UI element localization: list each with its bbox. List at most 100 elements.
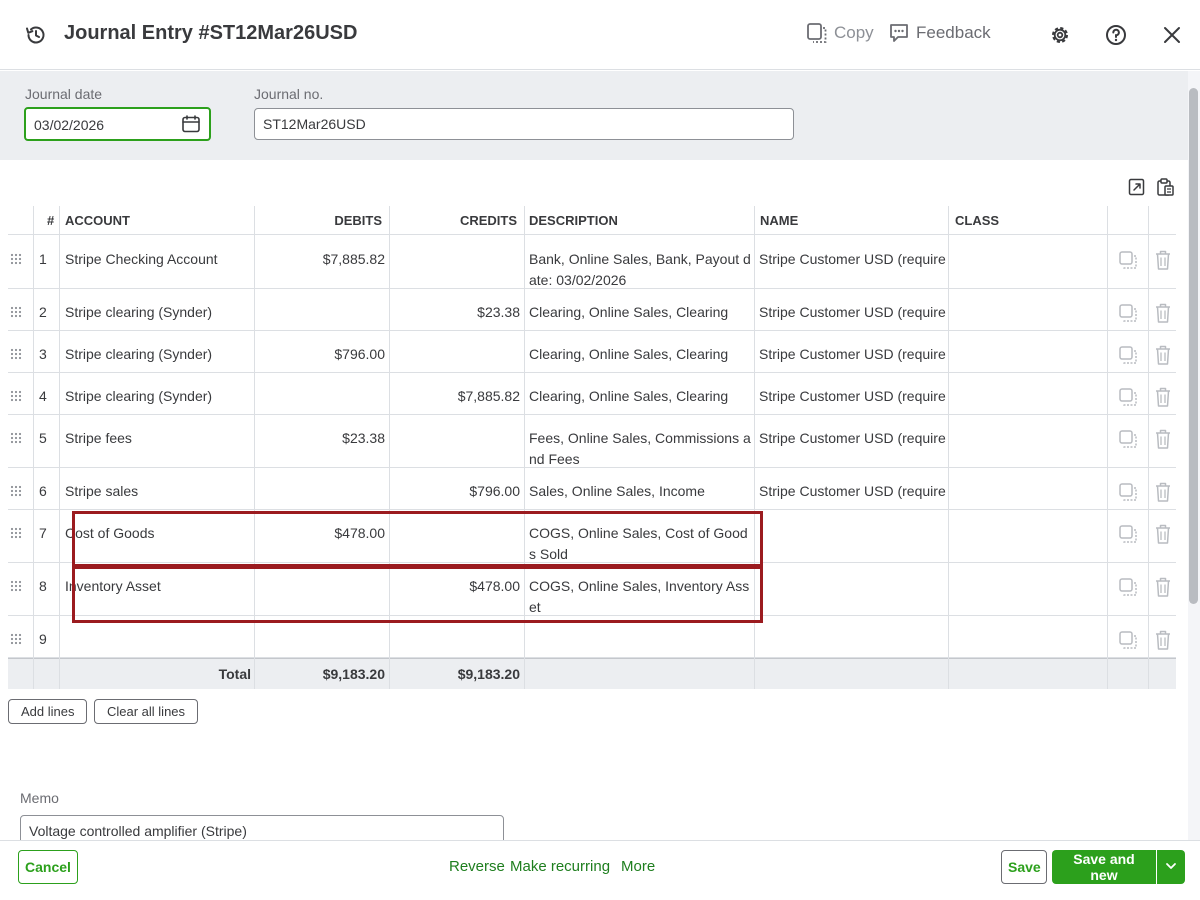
table-row[interactable]: 3 Stripe clearing (Synder) $796.00 Clear… <box>8 331 1176 373</box>
account-cell[interactable]: Stripe fees <box>65 428 251 449</box>
description-cell[interactable]: Clearing, Online Sales, Clearing <box>529 344 753 365</box>
drag-handle-icon[interactable] <box>10 485 22 497</box>
account-cell[interactable]: Stripe clearing (Synder) <box>65 302 251 323</box>
drag-handle-icon[interactable] <box>10 432 22 444</box>
copy-line-icon[interactable] <box>1118 524 1138 544</box>
column-divider <box>59 206 60 689</box>
calendar-icon[interactable] <box>181 114 201 134</box>
memo-value: Voltage controlled amplifier (Stripe) <box>29 823 247 839</box>
column-divider <box>1107 206 1108 689</box>
trash-icon[interactable] <box>1154 386 1172 408</box>
help-icon[interactable] <box>1104 23 1128 47</box>
line-number: 3 <box>39 346 47 362</box>
feedback-label: Feedback <box>916 23 991 42</box>
table-row[interactable]: 4 Stripe clearing (Synder) $7,885.82 Cle… <box>8 373 1176 415</box>
journal-date-value: 03/02/2026 <box>34 117 105 133</box>
highlight-box-inventory <box>72 566 763 623</box>
trash-icon[interactable] <box>1154 523 1172 545</box>
dialog-footer: Cancel Reverse Make recurring More Save … <box>0 840 1200 900</box>
name-cell[interactable]: Stripe Customer USD (require <box>759 344 949 365</box>
credit-cell[interactable]: $7,885.82 <box>391 386 520 407</box>
debit-cell[interactable]: $23.38 <box>256 428 385 449</box>
copy-line-icon[interactable] <box>1118 345 1138 365</box>
save-button[interactable]: Save <box>1001 850 1047 884</box>
add-lines-button[interactable]: Add lines <box>8 699 88 724</box>
drag-handle-icon[interactable] <box>10 580 22 592</box>
save-and-new-button[interactable]: Save and new <box>1052 850 1156 884</box>
scrollbar-thumb[interactable] <box>1189 88 1198 604</box>
dialog-header: Journal Entry #ST12Mar26USD Copy Feedbac… <box>0 0 1200 70</box>
description-cell[interactable]: Fees, Online Sales, Commissions and Fees <box>529 428 753 470</box>
drag-handle-icon[interactable] <box>10 527 22 539</box>
line-number: 2 <box>39 304 47 320</box>
account-cell[interactable]: Stripe clearing (Synder) <box>65 386 251 407</box>
journal-date-label: Journal date <box>25 86 103 102</box>
name-cell[interactable]: Stripe Customer USD (require <box>759 386 949 407</box>
account-cell[interactable]: Stripe clearing (Synder) <box>65 344 251 365</box>
export-icon[interactable] <box>1127 177 1147 197</box>
account-cell[interactable]: Stripe sales <box>65 481 251 502</box>
name-cell[interactable]: Stripe Customer USD (require <box>759 302 949 323</box>
gear-icon[interactable] <box>1048 23 1072 47</box>
drag-handle-icon[interactable] <box>10 306 22 318</box>
drag-handle-icon[interactable] <box>10 390 22 402</box>
trash-icon[interactable] <box>1154 249 1172 271</box>
credit-cell[interactable]: $796.00 <box>391 481 520 502</box>
debit-cell[interactable]: $7,885.82 <box>256 249 385 270</box>
debit-cell[interactable]: $796.00 <box>256 344 385 365</box>
table-row[interactable]: 2 Stripe clearing (Synder) $23.38 Cleari… <box>8 289 1176 331</box>
description-cell[interactable]: Clearing, Online Sales, Clearing <box>529 386 753 407</box>
col-header-class: CLASS <box>955 213 1000 228</box>
line-number: 4 <box>39 388 47 404</box>
copy-label: Copy <box>834 23 874 42</box>
save-options-dropdown[interactable] <box>1157 850 1185 884</box>
make-recurring-link[interactable]: Make recurring <box>510 858 610 875</box>
journal-date-field[interactable]: 03/02/2026 <box>24 107 211 141</box>
table-row[interactable]: 5 Stripe fees $23.38 Fees, Online Sales,… <box>8 415 1176 468</box>
name-cell[interactable]: Stripe Customer USD (require <box>759 481 949 502</box>
trash-icon[interactable] <box>1154 576 1172 598</box>
close-icon[interactable] <box>1160 23 1184 47</box>
trash-icon[interactable] <box>1154 428 1172 450</box>
line-number: 6 <box>39 483 47 499</box>
trash-icon[interactable] <box>1154 481 1172 503</box>
trash-icon[interactable] <box>1154 302 1172 324</box>
name-cell[interactable]: Stripe Customer USD (require <box>759 249 949 270</box>
drag-handle-icon[interactable] <box>10 633 22 645</box>
copy-line-icon[interactable] <box>1118 250 1138 270</box>
total-debits: $9,183.20 <box>322 666 385 682</box>
credit-cell[interactable]: $23.38 <box>391 302 520 323</box>
copy-line-icon[interactable] <box>1118 429 1138 449</box>
col-header-account: ACCOUNT <box>65 213 130 228</box>
description-cell[interactable]: Sales, Online Sales, Income <box>529 481 753 502</box>
copy-line-icon[interactable] <box>1118 482 1138 502</box>
feedback-button[interactable]: Feedback <box>888 22 991 44</box>
clipboard-icon[interactable] <box>1155 177 1175 197</box>
cancel-button[interactable]: Cancel <box>18 850 78 884</box>
table-row[interactable]: 6 Stripe sales $796.00 Sales, Online Sal… <box>8 468 1176 510</box>
journal-no-input[interactable] <box>254 108 794 140</box>
reverse-link[interactable]: Reverse <box>449 858 505 875</box>
more-link[interactable]: More <box>621 858 655 875</box>
col-header-debits: DEBITS <box>334 213 382 228</box>
column-divider <box>948 206 949 689</box>
account-cell[interactable]: Stripe Checking Account <box>65 249 251 270</box>
trash-icon[interactable] <box>1154 629 1172 651</box>
column-divider <box>33 206 34 689</box>
description-cell[interactable]: Bank, Online Sales, Bank, Payout date: 0… <box>529 249 753 291</box>
table-row[interactable]: 1 Stripe Checking Account $7,885.82 Bank… <box>8 236 1176 289</box>
description-cell[interactable]: Clearing, Online Sales, Clearing <box>529 302 753 323</box>
history-icon[interactable] <box>24 23 48 47</box>
copy-button[interactable]: Copy <box>806 22 874 44</box>
clear-all-lines-button[interactable]: Clear all lines <box>94 699 199 724</box>
drag-handle-icon[interactable] <box>10 348 22 360</box>
column-divider <box>1148 206 1149 689</box>
copy-line-icon[interactable] <box>1118 630 1138 650</box>
name-cell[interactable]: Stripe Customer USD (require <box>759 428 949 449</box>
journal-no-label: Journal no. <box>254 86 324 102</box>
copy-line-icon[interactable] <box>1118 577 1138 597</box>
copy-line-icon[interactable] <box>1118 303 1138 323</box>
drag-handle-icon[interactable] <box>10 253 22 265</box>
copy-line-icon[interactable] <box>1118 387 1138 407</box>
trash-icon[interactable] <box>1154 344 1172 366</box>
